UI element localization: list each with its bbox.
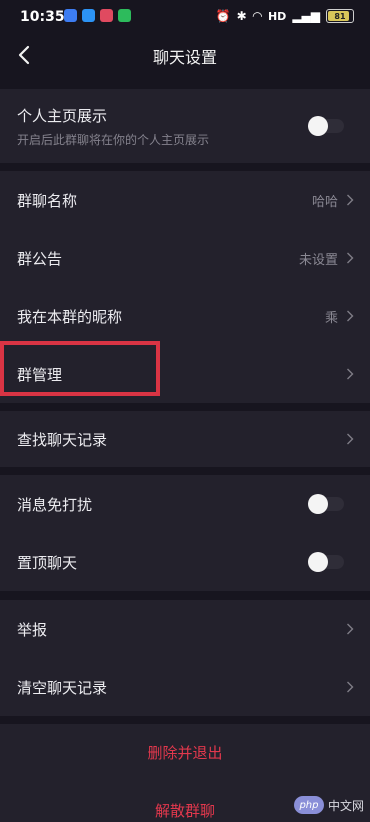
report-label: 举报 (17, 620, 48, 639)
page-title: 聊天设置 (152, 48, 217, 67)
app-notification-icon (82, 9, 95, 22)
play-store-icon (100, 9, 113, 22)
profile-display-row[interactable]: 个人主页展示 开启后此群聊将在你的个人主页展示 (0, 89, 370, 163)
wifi-icon: ◠ (252, 9, 262, 23)
profile-display-toggle[interactable] (308, 116, 344, 136)
battery-icon: 81 (326, 9, 354, 23)
watermark-text: 中文网 (327, 798, 364, 813)
pin-chat-label: 置顶聊天 (17, 553, 78, 572)
pin-chat-toggle[interactable] (308, 552, 344, 572)
notification-icons (64, 9, 131, 22)
search-history-label: 查找聊天记录 (17, 430, 108, 449)
signal-icon: ▂▄▆ (292, 9, 320, 23)
clear-history-row[interactable]: 清空聊天记录 (0, 658, 370, 716)
chevron-right-icon (347, 623, 354, 635)
chevron-right-icon (347, 368, 354, 380)
chevron-right-icon (347, 433, 354, 445)
highlight-annotation-box (0, 341, 160, 396)
report-clear-section: 举报 清空聊天记录 (0, 600, 370, 716)
app-notification-icon (64, 9, 77, 22)
chevron-right-icon (347, 194, 354, 206)
search-history-section: 查找聊天记录 (0, 411, 370, 467)
group-notice-label: 群公告 (17, 249, 63, 268)
my-nickname-row[interactable]: 我在本群的昵称 乘 (0, 287, 370, 345)
watermark: php 中文网 (293, 796, 364, 814)
group-name-label: 群聊名称 (17, 191, 78, 210)
my-nickname-label: 我在本群的昵称 (17, 307, 123, 326)
profile-display-subtitle: 开启后此群聊将在你的个人主页展示 (17, 133, 210, 147)
chevron-right-icon (347, 681, 354, 693)
profile-display-label: 个人主页展示 (17, 107, 108, 125)
group-notice-row[interactable]: 群公告 未设置 (0, 229, 370, 287)
bluetooth-icon: ✱ (236, 9, 247, 23)
do-not-disturb-label: 消息免打扰 (17, 495, 93, 514)
do-not-disturb-row[interactable]: 消息免打扰 (0, 475, 370, 533)
alarm-icon: ⏰ (215, 9, 231, 23)
do-not-disturb-toggle[interactable] (308, 494, 344, 514)
delete-and-exit-button[interactable]: 删除并退出 (0, 742, 370, 763)
hd-badge: HD (267, 9, 287, 23)
report-row[interactable]: 举报 (0, 600, 370, 658)
search-history-row[interactable]: 查找聊天记录 (0, 411, 370, 467)
chevron-right-icon (347, 310, 354, 322)
status-bar: 10:35 ⏰ ✱ ◠ HD ▂▄▆ 81 (0, 0, 370, 34)
notification-section: 消息免打扰 置顶聊天 (0, 475, 370, 591)
back-arrow-icon[interactable] (14, 44, 36, 66)
group-name-value: 哈哈 (311, 194, 338, 210)
chevron-right-icon (347, 252, 354, 264)
group-name-row[interactable]: 群聊名称 哈哈 (0, 171, 370, 229)
navigation-bar: 聊天设置 (0, 34, 370, 78)
clear-history-label: 清空聊天记录 (17, 678, 108, 697)
group-notice-value: 未设置 (298, 252, 338, 268)
system-icons: ⏰ ✱ ◠ HD ▂▄▆ 81 (216, 9, 354, 23)
profile-display-section: 个人主页展示 开启后此群聊将在你的个人主页展示 (0, 89, 370, 163)
pin-chat-row[interactable]: 置顶聊天 (0, 533, 370, 591)
status-time: 10:35 (20, 9, 65, 25)
my-nickname-value: 乘 (324, 310, 338, 326)
wechat-icon (118, 9, 131, 22)
php-logo: php (293, 796, 324, 814)
battery-level: 81 (334, 11, 346, 21)
